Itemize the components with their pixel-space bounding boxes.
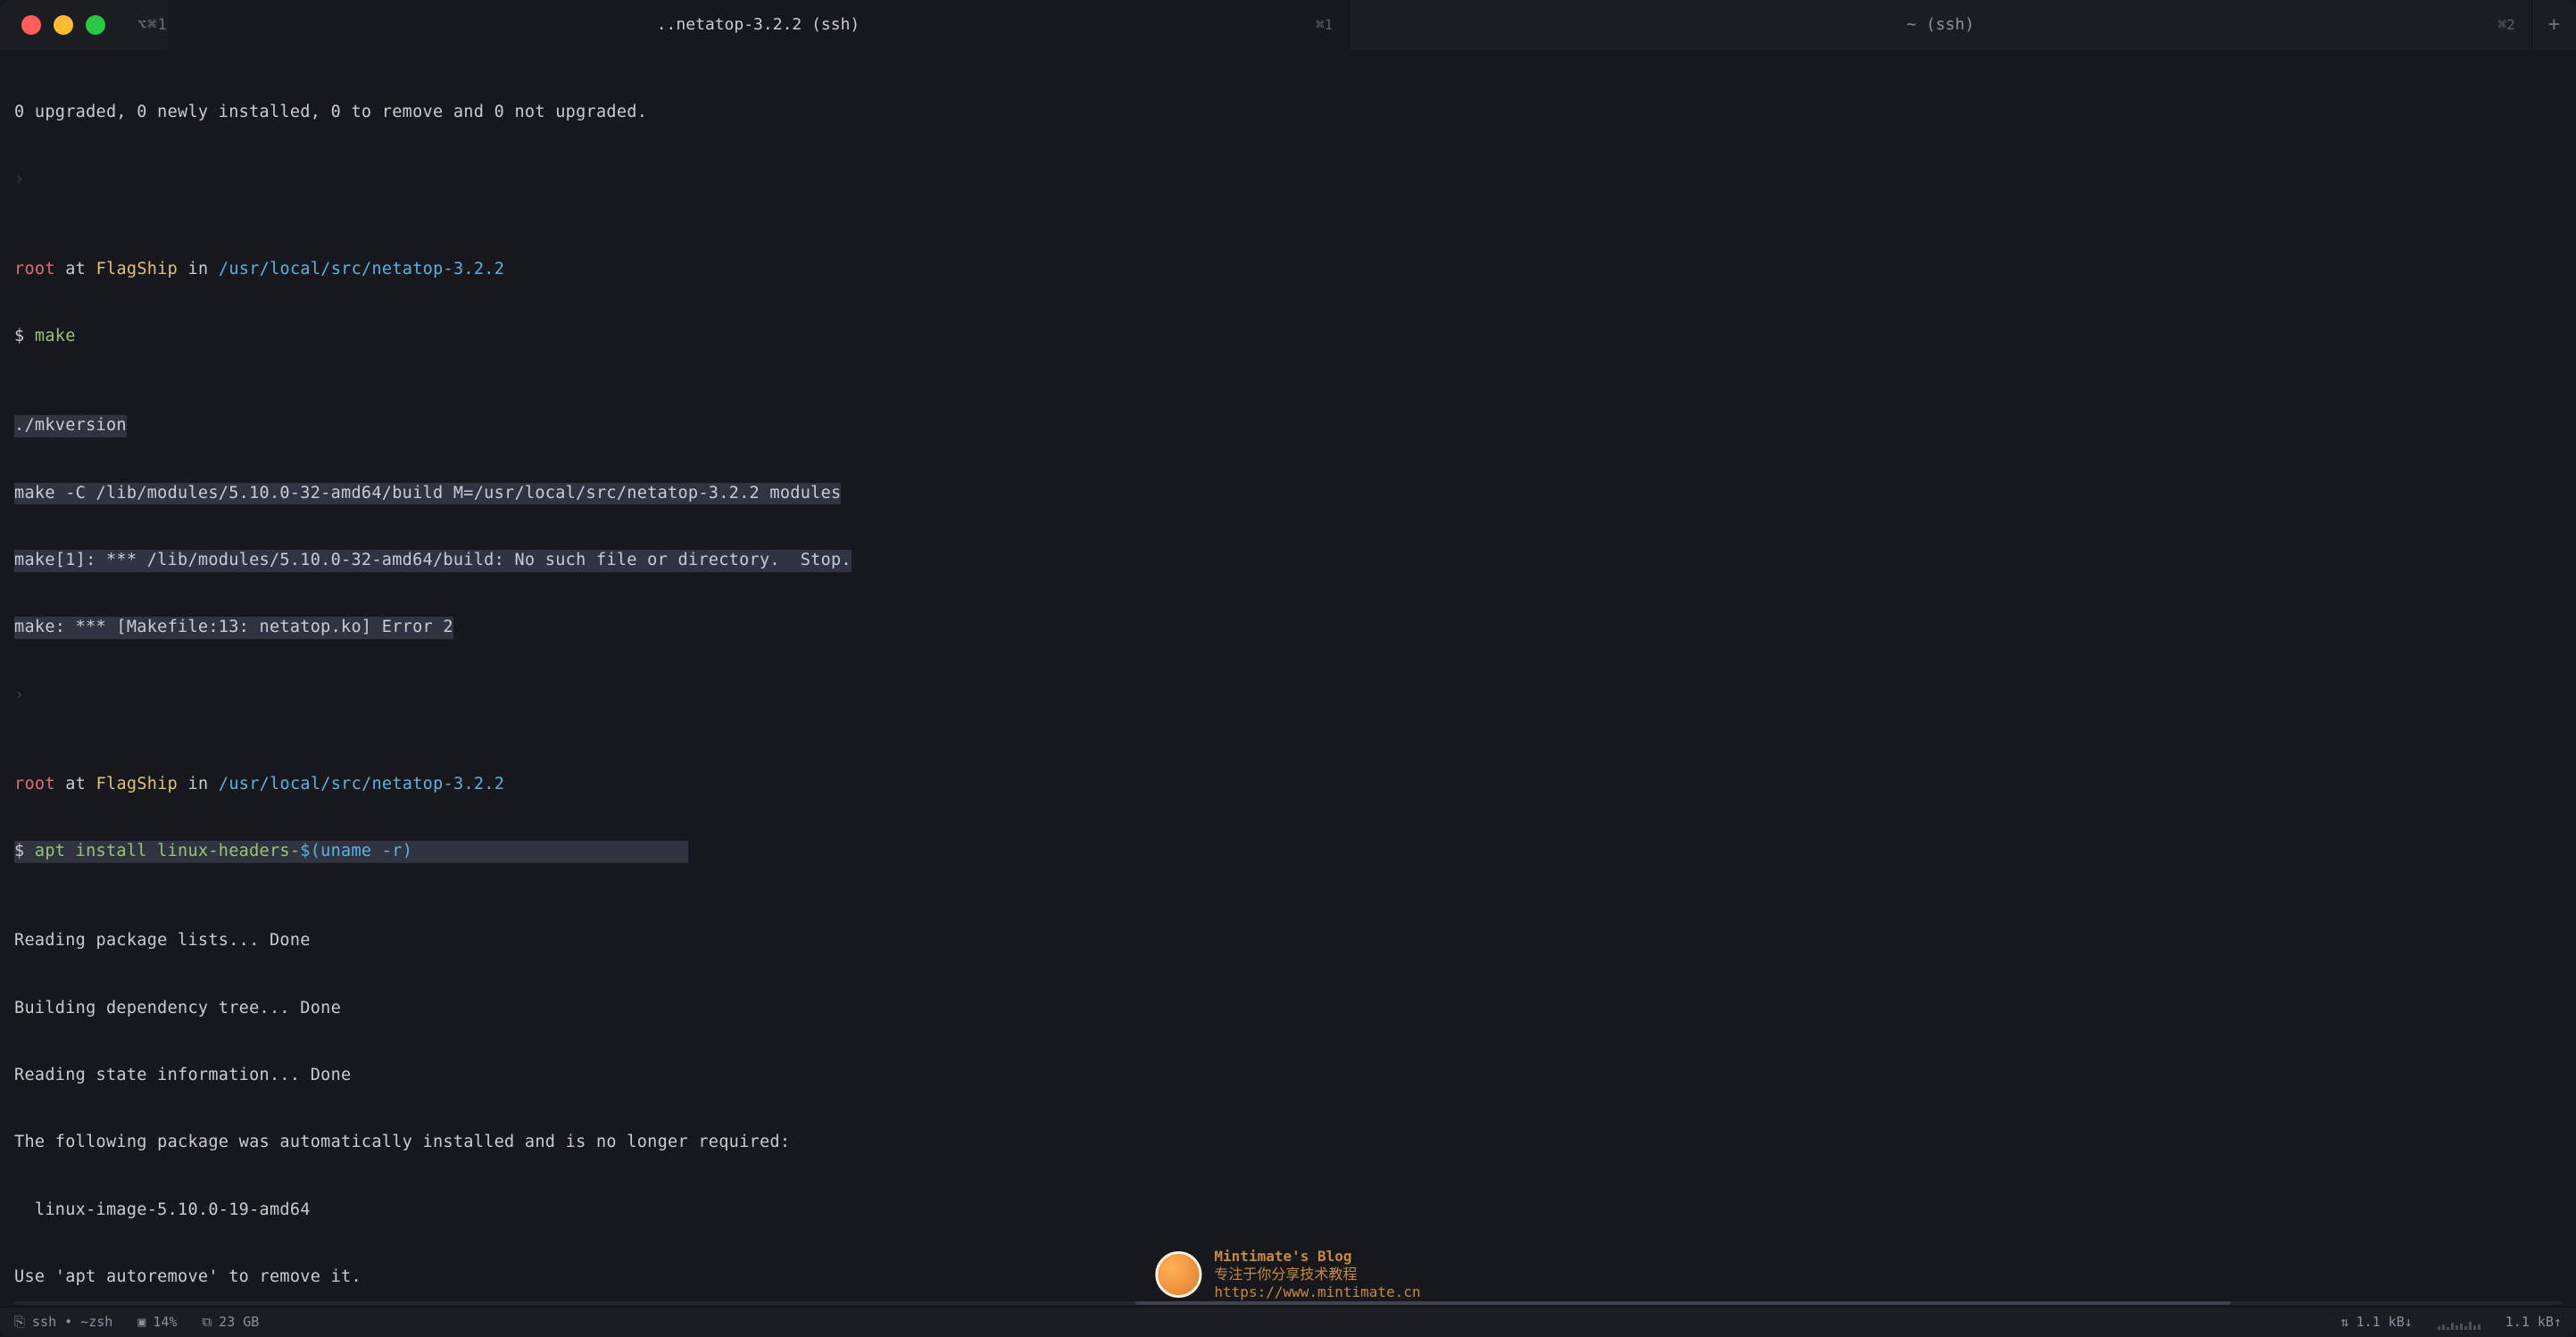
tab-1[interactable]: ..netatop-3.2.2 (ssh) ⌘1: [168, 0, 1350, 50]
scrollbar-thumb[interactable]: [1135, 1301, 2231, 1305]
memory-icon: ⧉: [202, 1313, 212, 1331]
status-shell: ⎘ ssh • ~zsh: [14, 1313, 112, 1331]
output-line: make -C /lib/modules/5.10.0-32-amd64/bui…: [14, 483, 2562, 505]
terminal-window: ⌥⌘1 ..netatop-3.2.2 (ssh) ⌘1 ~ (ssh) ⌘2 …: [0, 0, 2576, 1337]
tab-2[interactable]: ~ (ssh) ⌘2: [1350, 0, 2532, 50]
command-line: $ apt install linux-headers-$(uname -r): [14, 841, 2562, 863]
statusbar: ⎘ ssh • ~zsh ▣ 14% ⧉ 23 GB ⇅ 1.1 kB↓: [0, 1307, 2576, 1337]
tab-kbd: ⌘2: [2497, 15, 2514, 35]
terminal-icon: ⎘: [14, 1313, 25, 1331]
sparkline-icon: [2438, 1316, 2480, 1330]
prompt-arrow-icon: ›: [14, 685, 24, 704]
output-line: Reading state information... Done: [14, 1065, 2562, 1087]
horizontal-scrollbar[interactable]: [14, 1301, 2562, 1305]
terminal-body[interactable]: 0 upgraded, 0 newly installed, 0 to remo…: [0, 50, 2576, 1307]
command-line: $ make: [14, 326, 2562, 348]
output-line: Reading package lists... Done: [14, 930, 2562, 952]
output-line: linux-image-5.10.0-19-amd64: [14, 1200, 2562, 1222]
output-line: 0 upgraded, 0 newly installed, 0 to remo…: [14, 102, 2562, 124]
status-net-down: ⇅ 1.1 kB↓: [2341, 1313, 2413, 1331]
maximize-icon[interactable]: [86, 15, 105, 35]
prompt-arrow-icon: ›: [14, 170, 24, 188]
traffic-lights: [0, 15, 105, 35]
minimize-icon[interactable]: [54, 15, 73, 35]
status-net-up: 1.1 kB↑: [2505, 1313, 2562, 1331]
new-tab-button[interactable]: +: [2532, 12, 2576, 38]
status-memory: ⧉ 23 GB: [202, 1313, 259, 1331]
output-line: Use 'apt autoremove' to remove it.: [14, 1266, 2562, 1289]
tab-title: ..netatop-3.2.2 (ssh): [657, 14, 860, 36]
titlebar: ⌥⌘1 ..netatop-3.2.2 (ssh) ⌘1 ~ (ssh) ⌘2 …: [0, 0, 2576, 50]
output-line: ./mkversion: [14, 415, 2562, 437]
tab-kbd: ⌘1: [1316, 15, 1333, 35]
cpu-icon: ▣: [137, 1313, 145, 1331]
close-icon[interactable]: [21, 15, 41, 35]
network-icon: ⇅: [2341, 1313, 2349, 1331]
tab-bar: ..netatop-3.2.2 (ssh) ⌘1 ~ (ssh) ⌘2: [168, 0, 2532, 50]
output-line: make: *** [Makefile:13: netatop.ko] Erro…: [14, 617, 2562, 639]
tab-title: ~ (ssh): [1907, 14, 1974, 36]
status-cpu: ▣ 14%: [137, 1313, 177, 1331]
prompt-line: root at FlagShip in /usr/local/src/netat…: [14, 774, 2562, 796]
pane-hint: ⌥⌘1: [137, 15, 168, 36]
output-line: Building dependency tree... Done: [14, 998, 2562, 1020]
output-line: make[1]: *** /lib/modules/5.10.0-32-amd6…: [14, 550, 2562, 572]
prompt-line: root at FlagShip in /usr/local/src/netat…: [14, 259, 2562, 281]
output-line: The following package was automatically …: [14, 1132, 2562, 1154]
